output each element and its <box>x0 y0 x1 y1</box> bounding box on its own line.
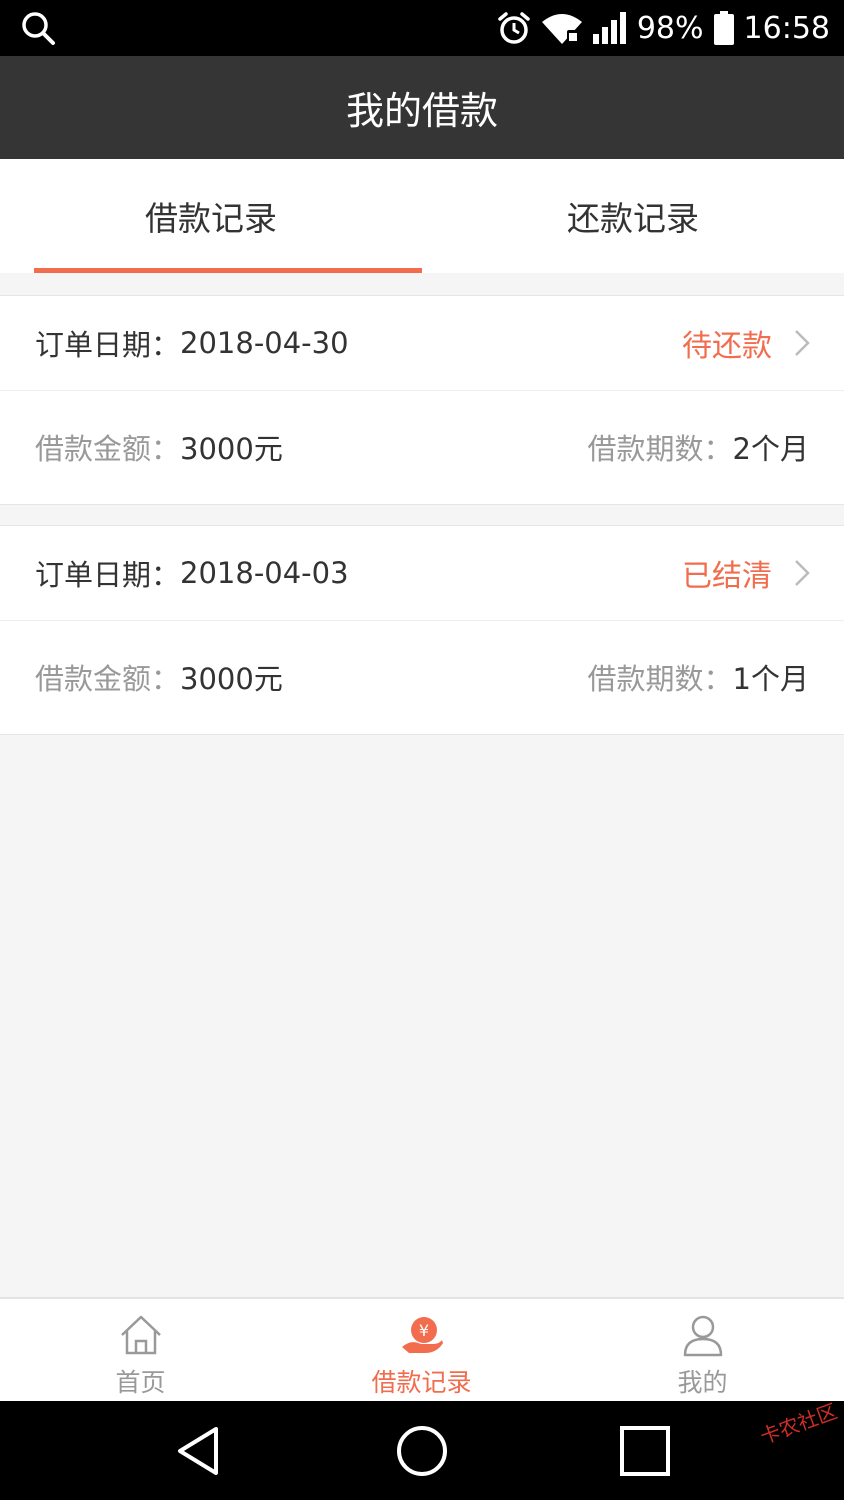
recents-square-icon[interactable] <box>617 1423 673 1479</box>
loan-record-card[interactable]: 订单日期： 2018-04-03 已结清 借款金额： 3000元 借款期数： 1… <box>0 525 844 735</box>
loan-hand-yen-icon: ¥ <box>401 1317 443 1353</box>
system-nav-bar <box>0 1401 844 1500</box>
loan-term-label: 借款期数： <box>587 662 733 696</box>
order-date-label: 订单日期： <box>35 558 181 592</box>
page-title: 我的借款 <box>345 89 498 133</box>
chevron-right-icon <box>795 560 810 586</box>
tab-bar: 借款记录 还款记录 <box>0 159 844 273</box>
order-date-value: 2018-04-30 <box>180 326 349 360</box>
title-bar: 我的借款 <box>0 56 844 159</box>
loan-term-value: 2个月 <box>732 432 809 466</box>
record-header-row[interactable]: 订单日期： 2018-04-30 待还款 <box>0 296 844 391</box>
record-status: 待还款 <box>682 329 772 364</box>
home-icon <box>120 1315 161 1355</box>
loan-term-value: 1个月 <box>732 662 809 696</box>
order-date-value: 2018-04-03 <box>180 556 349 590</box>
record-detail-row: 借款金额： 3000元 借款期数： 2个月 <box>0 391 844 503</box>
bottom-nav: 首页 ¥ 借款记录 我的 <box>0 1297 844 1403</box>
battery-percent: 98% <box>636 10 704 46</box>
loan-amount-label: 借款金额： <box>35 662 181 696</box>
loan-amount-label: 借款金额： <box>35 432 181 466</box>
nav-mine-label: 我的 <box>677 1368 728 1397</box>
active-tab-indicator <box>34 268 422 273</box>
clock: 16:58 <box>743 10 830 46</box>
loan-term-label: 借款期数： <box>587 432 733 466</box>
status-bar: 98% 16:58 <box>0 0 844 56</box>
signal-icon <box>592 12 626 44</box>
svg-text:¥: ¥ <box>418 1321 428 1340</box>
nav-home[interactable]: 首页 <box>0 1299 281 1403</box>
tab-repayment-records[interactable]: 还款记录 <box>422 159 844 273</box>
home-circle-icon[interactable] <box>394 1423 450 1479</box>
search-icon[interactable] <box>20 10 56 46</box>
loan-amount-value: 3000元 <box>180 432 283 466</box>
nav-loan-records[interactable]: ¥ 借款记录 <box>281 1299 562 1403</box>
record-header-row[interactable]: 订单日期： 2018-04-03 已结清 <box>0 526 844 621</box>
nav-home-label: 首页 <box>115 1368 166 1397</box>
loan-amount-value: 3000元 <box>180 662 283 696</box>
wifi-icon <box>541 14 582 44</box>
record-status: 已结清 <box>682 559 772 594</box>
nav-loan-records-label: 借款记录 <box>371 1368 472 1397</box>
loan-record-card[interactable]: 订单日期： 2018-04-30 待还款 借款金额： 3000元 借款期数： 2… <box>0 295 844 505</box>
record-detail-row: 借款金额： 3000元 借款期数： 1个月 <box>0 621 844 733</box>
tab-loan-records[interactable]: 借款记录 <box>0 159 422 273</box>
nav-mine[interactable]: 我的 <box>562 1299 843 1403</box>
alarm-icon <box>498 12 530 44</box>
chevron-right-icon <box>795 330 810 356</box>
back-icon[interactable] <box>172 1423 228 1479</box>
user-icon <box>683 1315 722 1357</box>
order-date-label: 订单日期： <box>35 328 181 362</box>
battery-icon <box>713 11 734 45</box>
